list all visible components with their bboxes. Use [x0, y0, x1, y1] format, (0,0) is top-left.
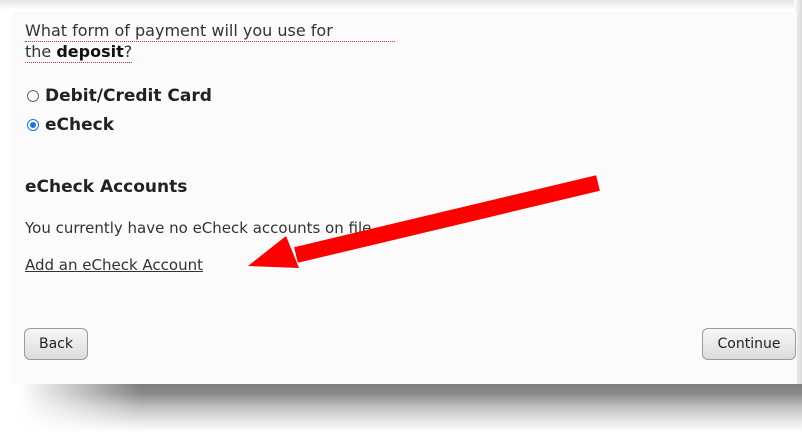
question-bold-word: deposit — [56, 42, 124, 61]
echeck-label[interactable]: eCheck — [45, 115, 114, 135]
payment-panel — [12, 12, 798, 384]
no-echeck-accounts-message: You currently have no eCheck accounts on… — [25, 219, 377, 237]
payment-option-echeck[interactable]: eCheck — [27, 115, 114, 135]
page-frame: What form of payment will you use for th… — [0, 0, 802, 432]
payment-question: What form of payment will you use for th… — [25, 21, 395, 63]
echeck-radio[interactable] — [27, 119, 39, 131]
bottom-shadow — [0, 384, 802, 432]
continue-button[interactable]: Continue — [702, 328, 796, 360]
payment-option-debit-credit[interactable]: Debit/Credit Card — [27, 86, 212, 106]
back-button[interactable]: Back — [24, 328, 88, 360]
add-echeck-account-link[interactable]: Add an eCheck Account — [25, 256, 203, 274]
question-line-2-suffix: ? — [123, 42, 133, 61]
debit-credit-label[interactable]: Debit/Credit Card — [45, 86, 212, 106]
question-line-2-prefix: the — [25, 42, 57, 61]
echeck-accounts-heading: eCheck Accounts — [25, 177, 188, 197]
top-border — [0, 0, 802, 10]
question-line-1: What form of payment will you use for — [25, 21, 395, 42]
debit-credit-radio[interactable] — [27, 90, 39, 102]
question-line-2: the deposit? — [25, 42, 133, 63]
